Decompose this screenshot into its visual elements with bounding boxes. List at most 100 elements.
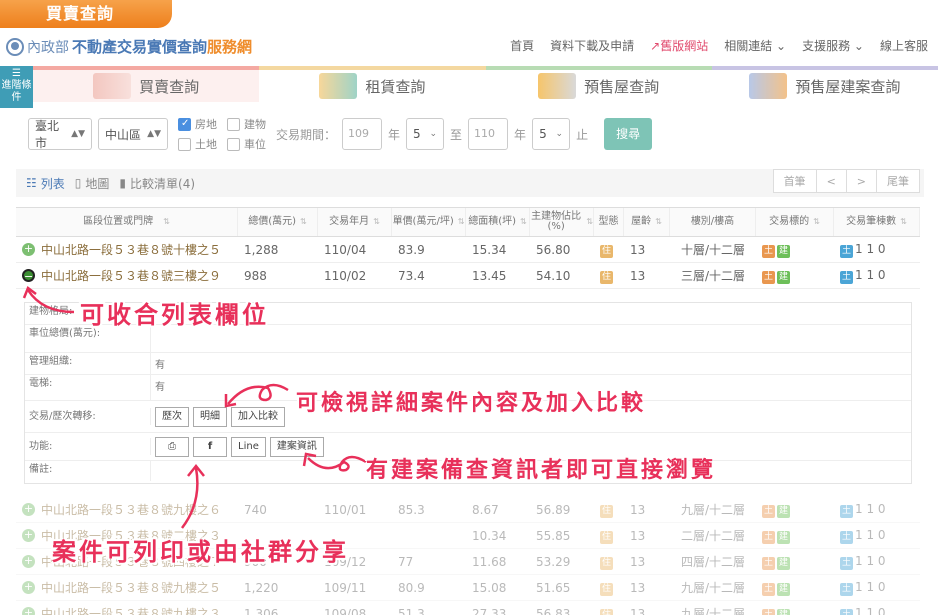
detail-label: 功能: [25, 438, 151, 455]
pager-next[interactable]: > [845, 169, 877, 193]
facebook-share-button[interactable]: f [193, 436, 227, 457]
row-age: 13 [630, 580, 646, 595]
map-view-button[interactable]: ▯ 地圖 [75, 175, 110, 192]
nav-online-service[interactable]: 線上客服 [880, 37, 928, 54]
row-ratio: 56.83 [536, 606, 571, 615]
table-row[interactable]: + 中山北路一段５３巷８號九樓之６ 740 110/01 85.3 8.67 56… [16, 497, 920, 523]
residential-tag: 住 [600, 582, 613, 596]
district-select[interactable]: 中山區 ▲▼ [98, 118, 168, 150]
results-table: 區段位置或門牌 ⇅ 總價(萬元) ⇅ 交易年月 ⇅ 單價(萬元/坪) ⇅ 總面積(坪) ⇅… [16, 207, 920, 289]
list-icon: ☷ [26, 176, 37, 190]
nav-links[interactable]: 相關連結 ⌄ [724, 37, 786, 54]
search-button[interactable]: 搜尋 [604, 118, 653, 150]
expand-icon[interactable]: + [22, 529, 35, 542]
nav-support[interactable]: 支援服務 ⌄ [802, 37, 864, 54]
tab-presale[interactable]: 預售屋查詢 [485, 66, 712, 102]
table-row-expanded[interactable]: − 中山北路一段５３巷８號三樓之９ 988 110/02 73.4 13.45 5… [16, 263, 920, 289]
logo-ministry: 內政部 [27, 39, 69, 56]
year-to-input[interactable]: 110 [468, 118, 509, 150]
expand-icon[interactable]: + [22, 555, 35, 568]
row-age: 13 [630, 554, 646, 569]
checkbox-land[interactable]: 土地 [178, 136, 217, 152]
top-tab-title: 買賣查詢 [0, 0, 172, 28]
checkbox-empty-icon [178, 137, 191, 151]
nav-home[interactable]: 首頁 [510, 37, 534, 54]
col-label: 樓別/樓高 [690, 216, 735, 227]
sort-icon: ⇅ [655, 217, 662, 226]
land-tag: 土 [762, 504, 775, 518]
tab-rent-label: 租賃查詢 [365, 77, 426, 96]
year-from-input[interactable]: 109 [342, 118, 383, 150]
site-logo[interactable]: 內政部 不動產交易實價查詢 服務網 [6, 36, 252, 57]
expand-icon[interactable]: + [22, 503, 35, 516]
row-address: 中山北路一段５３巷８號九樓之３ [41, 607, 222, 615]
expand-icon[interactable]: + [22, 607, 35, 615]
history-button[interactable]: 歷次 [155, 406, 189, 427]
row-area: 15.34 [472, 242, 507, 257]
col-address[interactable]: 區段位置或門牌 ⇅ [16, 208, 238, 236]
col-unit-price[interactable]: 單價(萬元/坪) ⇅ [392, 208, 466, 236]
row-date: 110/04 [324, 242, 367, 257]
checkbox-checked-icon [178, 117, 191, 131]
table-row[interactable]: + 中山北路一段５３巷８號十樓之５ 1,288 110/04 83.9 15.34… [16, 237, 920, 263]
tab-rent[interactable]: 租賃查詢 [259, 66, 486, 102]
tab-sale[interactable]: 買賣查詢 [33, 66, 260, 102]
col-label: 總面積(坪) [468, 216, 517, 227]
col-age[interactable]: 屋齡 ⇅ [624, 208, 670, 236]
col-count[interactable]: 交易筆棟數 ⇅ [834, 208, 920, 236]
list-view-button[interactable]: ☷ 列表 [26, 175, 65, 192]
table-row[interactable]: + 中山北路一段５３巷８號九樓之３ 1,306 109/08 51.3 27.33… [16, 601, 920, 615]
col-label: 總價(萬元) [248, 216, 297, 227]
select-arrow-icon: ▲▼ [147, 129, 161, 139]
nav-old-site[interactable]: ↗舊版網站 [650, 37, 708, 54]
land-tag: 土 [762, 556, 775, 570]
expand-icon[interactable]: + [22, 581, 35, 594]
row-price: 1,288 [244, 242, 279, 257]
compare-list-button[interactable]: ▮ 比較清單(4) [119, 175, 195, 192]
pager-prev[interactable]: < [815, 169, 847, 193]
month-from-select[interactable]: 5 ⌄ [406, 118, 445, 150]
month-from-value: 5 [413, 127, 421, 141]
pager-first[interactable]: 首筆 [772, 169, 817, 193]
col-target[interactable]: 交易標的 ⇅ [756, 208, 834, 236]
to-label: 至 [450, 127, 463, 142]
buildings-illustration-icon [319, 73, 358, 99]
checkbox-house-land[interactable]: 房地 [178, 116, 217, 132]
site-header: 內政部 不動產交易實價查詢 服務網 首頁 資料下載及申請 ↗舊版網站 相關連結 … [0, 28, 938, 64]
land-tag: 土 [762, 270, 775, 284]
nav-links-label: 相關連結 [724, 39, 773, 53]
row-count: 1 1 0 [855, 605, 886, 615]
sort-icon: ⇅ [163, 217, 170, 226]
row-floor: 十層/十二層 [680, 243, 746, 257]
print-button[interactable]: ⎙ [155, 436, 189, 457]
line-share-button[interactable]: Line [231, 436, 266, 457]
collapse-icon[interactable]: − [22, 269, 35, 283]
table-row[interactable]: + 中山北路一段５３巷８號九樓之５ 1,220 109/11 80.9 15.08… [16, 575, 920, 601]
checkbox-parking[interactable]: 車位 [227, 136, 266, 152]
row-age: 13 [630, 528, 646, 543]
col-area[interactable]: 總面積(坪) ⇅ [466, 208, 530, 236]
view-toolbar: ☷ 列表 ▯ 地圖 ▮ 比較清單(4) 首筆 < > 尾筆 [16, 169, 924, 197]
col-main-ratio[interactable]: 主建物佔比(%) ⇅ [530, 208, 594, 236]
until-label: 止 [576, 127, 589, 142]
checkbox-building[interactable]: 建物 [227, 116, 266, 132]
annotation-arrow-icon [224, 383, 289, 408]
col-price[interactable]: 總價(萬元) ⇅ [238, 208, 318, 236]
row-floor: 四層/十二層 [680, 555, 746, 569]
tab-presale-project[interactable]: 預售屋建案查詢 [711, 66, 938, 102]
advanced-filter-label: 進階條件 [1, 80, 32, 103]
col-date[interactable]: 交易年月 ⇅ [318, 208, 392, 236]
month-to-select[interactable]: 5 ⌄ [532, 118, 571, 150]
advanced-filter-button[interactable]: ☰ 進階條件 [0, 66, 33, 108]
expand-icon[interactable]: + [22, 243, 35, 256]
pager-last[interactable]: 尾筆 [876, 169, 920, 193]
logo-main: 不動產交易實價查詢 [72, 38, 208, 56]
city-select[interactable]: 臺北市 ▲▼ [28, 118, 92, 150]
row-age: 13 [630, 268, 646, 283]
annotation-arrow-icon [181, 463, 205, 529]
detail-label: 管理組織: [25, 353, 151, 374]
land-tag: 土 [762, 608, 775, 615]
nav-download[interactable]: 資料下載及申請 [550, 37, 634, 54]
row-date: 109/08 [324, 606, 367, 615]
row-price: 1,220 [244, 580, 279, 595]
